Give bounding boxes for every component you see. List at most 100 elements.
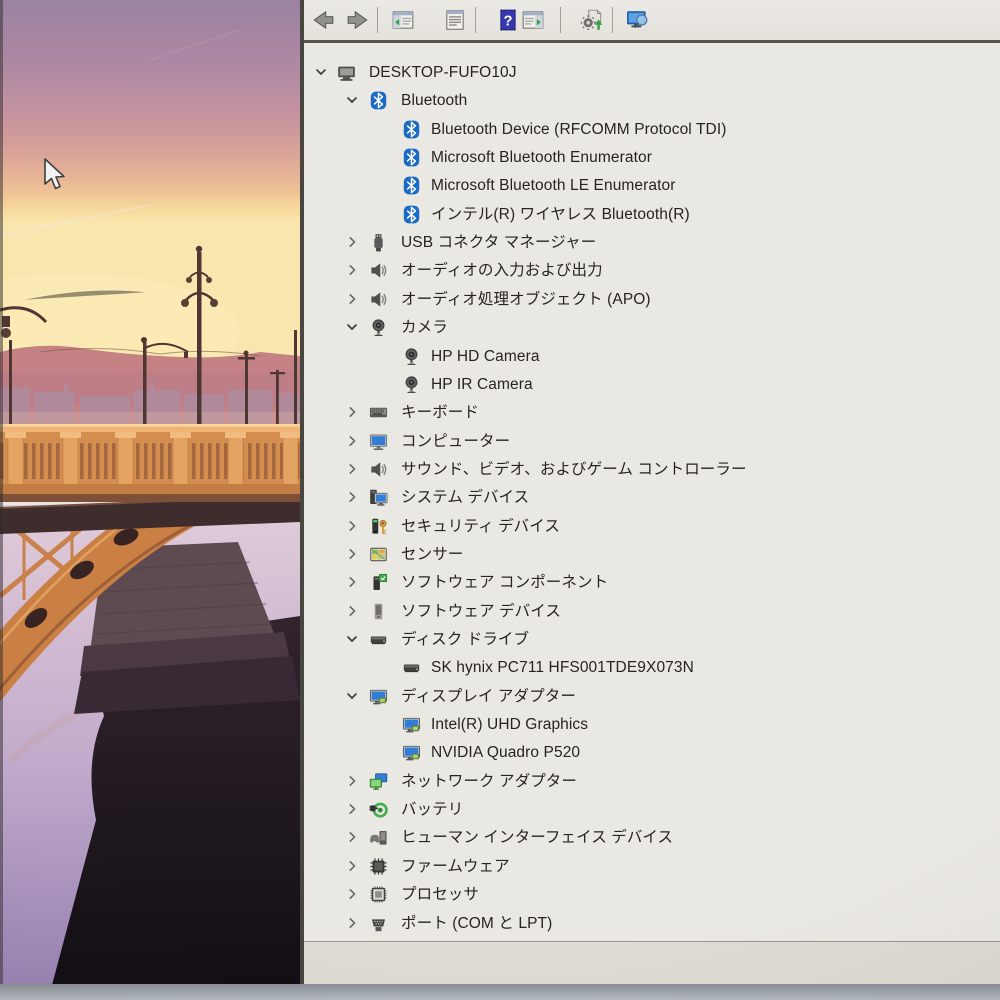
usb-icon (369, 233, 388, 252)
tree-item[interactable]: HP IR Camera (304, 370, 1000, 399)
tree-item-label: DESKTOP-FUFO10J (369, 64, 517, 81)
action-pane-button[interactable] (518, 5, 548, 35)
tree-item[interactable]: ディスプレイ アダプター (304, 682, 1000, 711)
tree-item-label: ソフトウェア デバイス (401, 602, 561, 620)
tree-item[interactable]: HP HD Camera (304, 342, 1000, 371)
tree-item[interactable]: ソフトウェア コンポーネント (304, 568, 1000, 597)
chevron-right-icon[interactable] (344, 291, 360, 307)
tree-item[interactable]: ポート (COM と LPT) (304, 909, 1000, 938)
tree-item-label: オーディオの入力および出力 (401, 262, 603, 280)
tree-item-label: ディスプレイ アダプター (401, 687, 576, 705)
tree-item[interactable]: プロセッサ (304, 880, 1000, 909)
tree-item[interactable]: USB コネクタ マネージャー (304, 228, 1000, 257)
keyboard-icon (369, 403, 388, 422)
device-manager-window: ? DESKTOP-FUFO10J Bluetooth Bluetooth Devi… (304, 0, 1000, 985)
tree-item[interactable]: ソフトウェア デバイス (304, 597, 1000, 626)
desktop-wallpaper (0, 0, 300, 984)
tree-item[interactable]: NVIDIA Quadro P520 (304, 738, 1000, 767)
tree-item[interactable]: ディスク ドライブ (304, 625, 1000, 654)
tree-item-label: Bluetooth (401, 92, 468, 110)
chevron-right-icon[interactable] (344, 461, 360, 477)
chevron-right-icon[interactable] (344, 603, 360, 619)
chevron-down-icon[interactable] (344, 92, 360, 108)
system-devices-icon (369, 488, 388, 507)
tree-item[interactable]: ヒューマン インターフェイス デバイス (304, 823, 1000, 852)
chevron-down-icon[interactable] (344, 631, 360, 647)
chevron-right-icon[interactable] (344, 546, 360, 562)
back-button[interactable] (308, 5, 338, 35)
chevron-right-icon[interactable] (344, 829, 360, 845)
tree-item[interactable]: ファームウェア (304, 852, 1000, 881)
port-icon (369, 914, 388, 933)
forward-button[interactable] (343, 5, 373, 35)
chevron-right-icon[interactable] (344, 433, 360, 449)
tree-item[interactable]: DESKTOP-FUFO10J (304, 58, 1000, 87)
tree-item[interactable]: Microsoft Bluetooth Enumerator (304, 143, 1000, 172)
tree-item-label: HP HD Camera (431, 347, 540, 365)
tree-item[interactable]: バッテリ (304, 795, 1000, 824)
tree-item[interactable]: オーディオ処理オブジェクト (APO) (304, 285, 1000, 314)
toolbar: ? (304, 0, 1000, 43)
properties-button[interactable] (440, 5, 470, 35)
camera-icon (369, 318, 388, 337)
toolbar-separator (475, 7, 476, 33)
screen: ? DESKTOP-FUFO10J Bluetooth Bluetooth Devi… (0, 0, 1000, 1000)
tree-item[interactable]: システム デバイス (304, 483, 1000, 512)
chevron-right-icon[interactable] (344, 574, 360, 590)
chevron-down-icon[interactable] (344, 319, 360, 335)
tree-item-label: ソフトウェア コンポーネント (401, 574, 609, 592)
update-driver-button[interactable] (577, 5, 607, 35)
tree-item-label: USB コネクタ マネージャー (401, 234, 597, 252)
tree-item[interactable]: Bluetooth (304, 86, 1000, 115)
help-icon: ? (496, 8, 520, 32)
tree-item[interactable]: インテル(R) ワイヤレス Bluetooth(R) (304, 200, 1000, 229)
tree-item[interactable]: センサー (304, 540, 1000, 569)
tree-item[interactable]: サウンド、ビデオ、およびゲーム コントローラー (304, 455, 1000, 484)
speaker-icon (369, 460, 388, 479)
chevron-right-icon[interactable] (344, 234, 360, 250)
chevron-right-icon[interactable] (344, 886, 360, 902)
chevron-right-icon[interactable] (344, 518, 360, 534)
tree-item[interactable]: SK hynix PC711 HFS001TDE9X073N (304, 653, 1000, 682)
status-bar (304, 941, 1000, 985)
toolbar-separator (560, 7, 561, 33)
show-console-tree-button[interactable] (388, 5, 418, 35)
chevron-right-icon[interactable] (344, 801, 360, 817)
tree-item[interactable]: セキュリティ デバイス (304, 512, 1000, 541)
bluetooth-icon (369, 91, 388, 110)
chevron-right-icon[interactable] (344, 404, 360, 420)
tree-item[interactable]: ネットワーク アダプター (304, 767, 1000, 796)
tree-item[interactable]: オーディオの入力および出力 (304, 256, 1000, 285)
processor-icon (369, 885, 388, 904)
tree-item-label: インテル(R) ワイヤレス Bluetooth(R) (431, 205, 690, 223)
tree-item-label: ポート (COM と LPT) (401, 914, 553, 932)
chevron-right-icon[interactable] (344, 489, 360, 505)
chevron-right-icon[interactable] (344, 915, 360, 931)
tree-item[interactable]: Bluetooth Device (RFCOMM Protocol TDI) (304, 115, 1000, 144)
chevron-down-icon[interactable] (344, 688, 360, 704)
scan-hardware-changes-button[interactable] (623, 5, 653, 35)
tree-item[interactable]: カメラ (304, 313, 1000, 342)
chevron-right-icon[interactable] (344, 773, 360, 789)
firmware-icon (369, 857, 388, 876)
tree-item[interactable]: Microsoft Bluetooth LE Enumerator (304, 171, 1000, 200)
console-tree-icon (391, 8, 415, 32)
tree-item[interactable]: キーボード (304, 398, 1000, 427)
tree-item-label: セキュリティ デバイス (401, 517, 561, 535)
security-key-icon (369, 517, 388, 536)
tree-item-label: Intel(R) UHD Graphics (431, 716, 589, 734)
tree-item-label: Bluetooth Device (RFCOMM Protocol TDI) (431, 120, 727, 138)
tree-item[interactable]: コンピューター (304, 427, 1000, 456)
tree-item-label: カメラ (401, 319, 448, 337)
monitor-icon (369, 432, 388, 451)
chevron-right-icon[interactable] (344, 262, 360, 278)
update-driver-icon (580, 8, 604, 32)
chevron-down-icon[interactable] (313, 64, 329, 80)
tree-item-label: ネットワーク アダプター (401, 772, 578, 790)
bluetooth-icon (402, 205, 421, 224)
tree-item-label: ファームウェア (401, 857, 510, 875)
tree-item[interactable]: Intel(R) UHD Graphics (304, 710, 1000, 739)
chevron-right-icon[interactable] (344, 858, 360, 874)
speaker-icon (369, 290, 388, 309)
svg-text:?: ? (504, 13, 513, 29)
